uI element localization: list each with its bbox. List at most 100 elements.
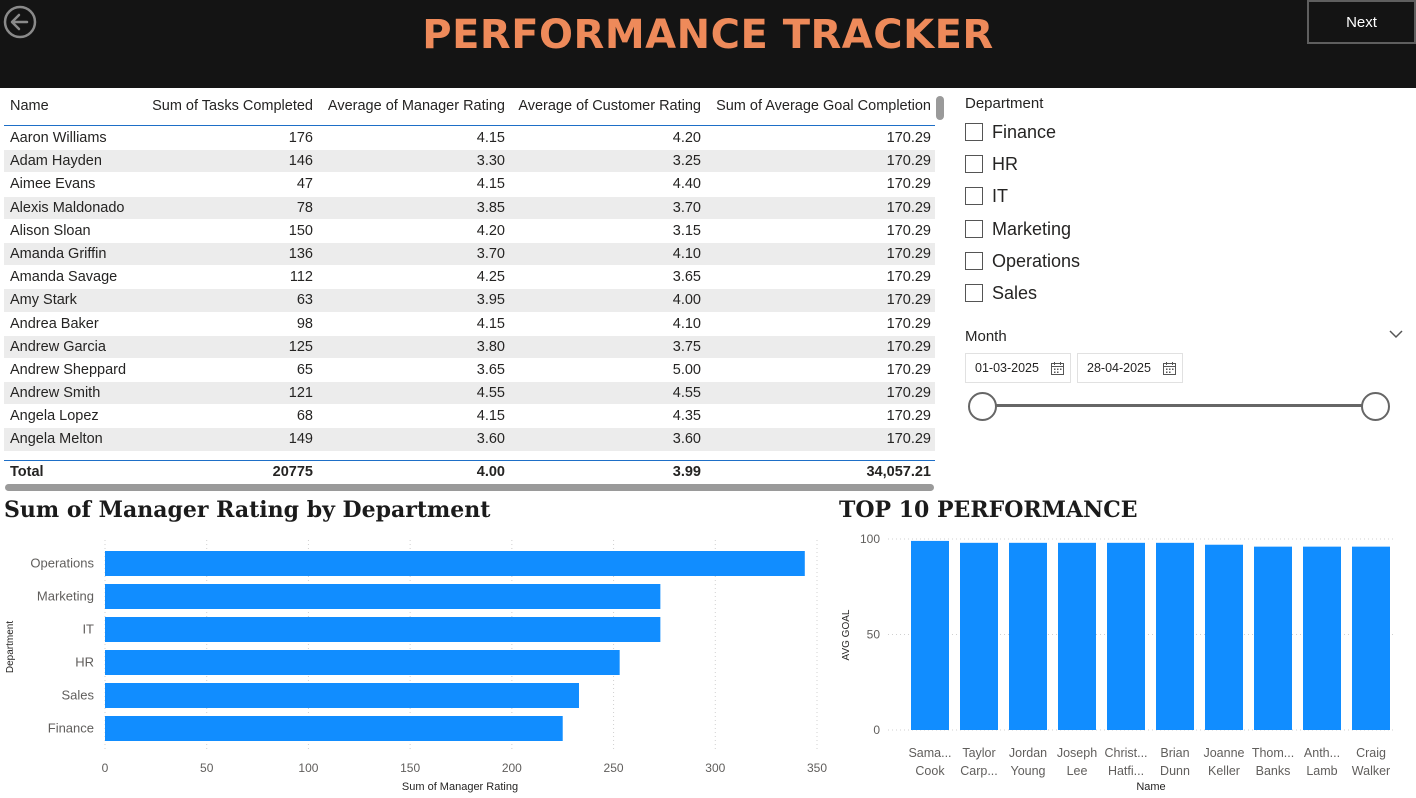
cell-name: Amy Stark [10,292,77,309]
table-row[interactable]: Alexis Maldonado 78 3.85 3.70 170.29 [4,196,935,220]
cell-name: Alexis Maldonado [10,199,125,216]
x-tick-label: Banks [1256,764,1291,778]
cell-name: Amanda Griffin [10,245,107,262]
option-label: Finance [992,121,1057,142]
table-total-row: Total 20775 4.00 3.99 34,057.21 [4,460,935,484]
x-tick-label: 300 [705,761,725,775]
option-label: Operations [992,250,1081,271]
y-tick-label: Marketing [37,589,94,604]
checkbox[interactable] [965,252,983,270]
x-tick-label: Carp... [960,764,998,778]
x-tick-label: Craig [1356,746,1386,760]
checkbox[interactable] [965,155,983,173]
cell-tasks: 150 [288,222,313,239]
cell-goal-completion: 170.29 [886,338,931,355]
cell-customer-rating: 3.65 [672,269,701,286]
checkbox[interactable] [965,220,983,238]
x-tick-label: Keller [1208,764,1240,778]
next-button[interactable]: Next [1307,0,1416,44]
cell-manager-rating: 3.65 [476,361,505,378]
vertical-scrollbar[interactable] [936,96,944,120]
cell-tasks: 149 [288,431,313,448]
table-row[interactable]: Alison Sloan 150 4.20 3.15 170.29 [4,220,935,243]
cell-tasks: 78 [296,199,313,216]
cell-customer-rating: 4.35 [672,408,701,425]
department-option-marketing[interactable]: Marketing [965,217,1071,241]
calendar-icon[interactable] [1051,362,1064,375]
cell-customer-rating: 4.00 [672,292,701,309]
column-header-tasks[interactable]: Sum of Tasks Completed [152,98,313,114]
calendar-icon[interactable] [1163,362,1176,375]
start-date-input[interactable]: 01-03-2025 [965,353,1071,383]
table-row[interactable]: Adam Hayden 146 3.30 3.25 170.29 [4,150,935,174]
bar [105,551,805,576]
bar [1107,542,1145,730]
y-tick-label: Finance [48,721,94,736]
table-row[interactable]: Angela Lopez 68 4.15 4.35 170.29 [4,405,935,429]
column-header-name[interactable]: Name [10,98,49,114]
cell-manager-rating: 4.15 [476,315,505,332]
cell-goal-completion: 170.29 [886,222,931,239]
cell-name: Aaron Williams [10,130,107,146]
table-row[interactable]: Aimee Evans 47 4.15 4.40 170.29 [4,173,935,197]
department-option-sales[interactable]: Sales [965,281,1037,305]
column-header-customer-rating[interactable]: Average of Customer Rating [518,98,701,114]
cell-customer-rating: 3.70 [672,199,701,216]
y-tick-label: IT [82,622,94,637]
cell-manager-rating: 3.60 [476,431,505,448]
table-row[interactable]: Amanda Griffin 136 3.70 4.10 170.29 [4,242,935,267]
cell-goal-completion: 170.29 [886,153,931,170]
x-tick-label: Christ... [1104,746,1147,760]
department-option-finance[interactable]: Finance [965,120,1056,144]
checkbox[interactable] [965,187,983,205]
table-row[interactable]: Andrew Garcia 125 3.80 3.75 170.29 [4,335,935,359]
x-tick-label: Hatfi... [1108,764,1144,778]
table-row[interactable]: Amy Stark 63 3.95 4.00 170.29 [4,289,935,313]
table-row[interactable]: Angela Melton 149 3.60 3.60 170.29 [4,428,935,452]
end-date-input[interactable]: 28-04-2025 [1077,353,1183,383]
option-label: HR [992,153,1018,174]
x-tick-label: Young [1011,764,1046,778]
cell-manager-rating: 3.70 [476,245,505,262]
cell-tasks: 47 [296,176,313,193]
y-tick-label: 0 [873,723,880,737]
horizontal-scrollbar[interactable] [5,484,934,491]
cell-name: Aimee Evans [10,176,96,193]
department-option-it[interactable]: IT [965,184,1008,208]
bar [105,716,563,741]
x-tick-label: 0 [102,761,109,775]
x-tick-label: Lamb [1306,764,1337,778]
table-row[interactable]: Amanda Savage 112 4.25 3.65 170.29 [4,266,935,290]
date-range-end-handle[interactable] [1360,392,1390,421]
table-row[interactable]: Andrea Baker 98 4.15 4.10 170.29 [4,313,935,336]
department-option-operations[interactable]: Operations [965,249,1080,273]
cell-tasks: 68 [296,408,313,425]
cell-customer-rating: 3.75 [672,338,701,355]
checkbox[interactable] [965,284,983,302]
bar [105,617,661,642]
cell-goal-completion: 170.29 [886,315,931,332]
date-range-slider-track[interactable] [982,404,1375,407]
end-date-value: 28-04-2025 [1087,361,1151,375]
cell-tasks: 121 [288,385,313,402]
department-option-hr[interactable]: HR [965,152,1018,176]
column-header-goal-completion[interactable]: Sum of Average Goal Completion [716,98,931,114]
column-header-manager-rating[interactable]: Average of Manager Rating [328,98,505,114]
cell-name: Andrew Garcia [10,338,106,355]
cell-goal-completion: 170.29 [886,431,931,448]
chevron-down-icon[interactable] [1389,327,1403,341]
checkbox[interactable] [965,123,983,141]
table-row[interactable]: Aaron Williams 176 4.15 4.20 170.29 [4,127,935,151]
bar [1009,542,1047,730]
x-tick-label: 200 [502,761,522,775]
bar [1303,546,1341,730]
table-row[interactable]: Andrew Sheppard 65 3.65 5.00 170.29 [4,359,935,383]
top-10-performance-chart: 0 50 100 Sama... Cook Taylor Carp... Jordan Youn… [841,532,1396,793]
bar [1352,546,1390,730]
table-row[interactable]: Andrew Smith 121 4.55 4.55 170.29 [4,382,935,406]
x-tick-label: 100 [298,761,318,775]
date-range-start-handle[interactable] [967,392,997,421]
top10-chart-title: TOP 10 PERFORMANCE [839,497,1138,523]
cell-customer-rating: 3.15 [672,222,701,239]
x-tick-label: Lee [1067,764,1088,778]
